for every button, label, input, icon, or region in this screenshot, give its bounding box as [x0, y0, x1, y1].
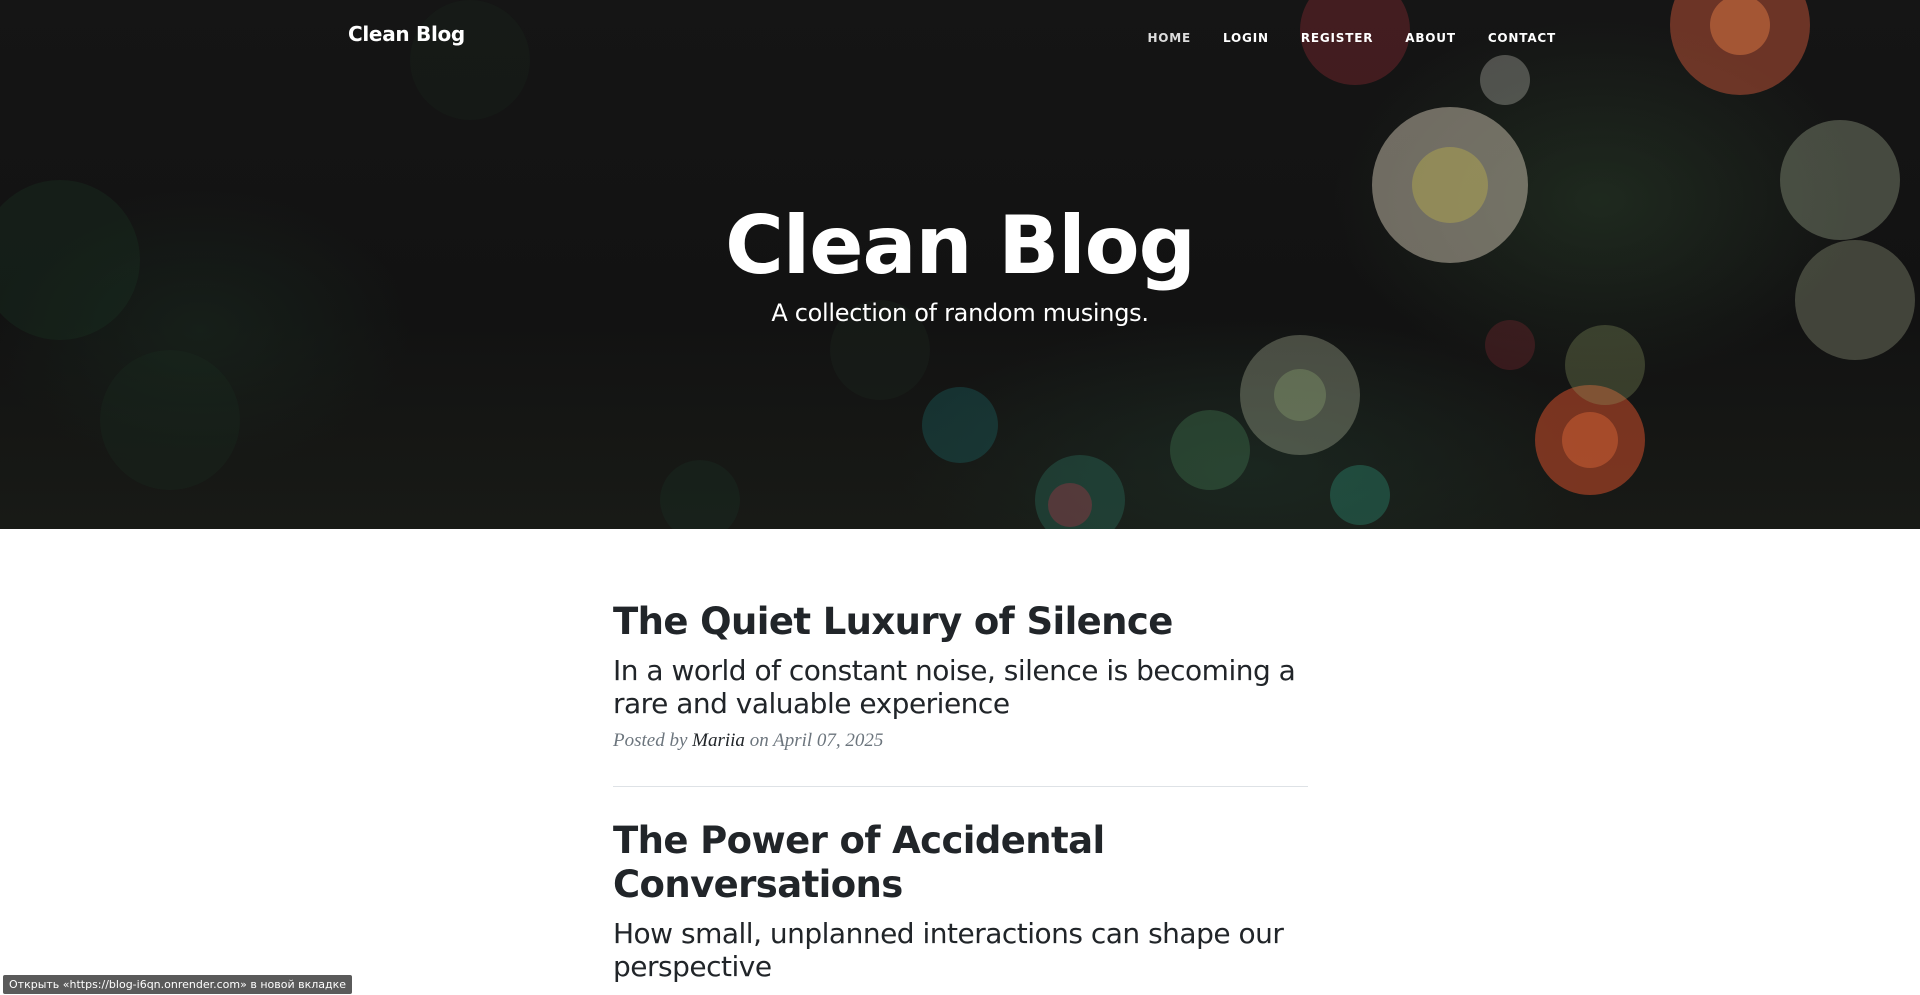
nav-item-register: REGISTER — [1301, 29, 1373, 47]
post-divider — [613, 786, 1308, 787]
nav-item-login: LOGIN — [1223, 29, 1269, 47]
post-subtitle: How small, unplanned interactions can sh… — [613, 917, 1284, 983]
nav-link-about[interactable]: ABOUT — [1405, 31, 1456, 45]
hero-header: Clean Blog HOME LOGIN REGISTER ABOUT CON… — [0, 0, 1920, 529]
post-title-link[interactable]: The Quiet Luxury of Silence — [613, 600, 1308, 644]
nav-item-contact: CONTACT — [1488, 29, 1556, 47]
page: Clean Blog HOME LOGIN REGISTER ABOUT CON… — [0, 0, 1920, 995]
post-list: The Quiet Luxury of Silence In a world o… — [613, 600, 1308, 993]
brand-link[interactable]: Clean Blog — [348, 22, 465, 46]
post-date: April 07, 2025 — [773, 730, 884, 751]
hero-title: Clean Blog — [725, 199, 1196, 292]
nav-item-home: HOME — [1147, 29, 1191, 47]
hero-subtitle: A collection of random musings. — [771, 299, 1149, 327]
browser-status-tooltip: Открыть «https://blog-i6qn.onrender.com»… — [3, 975, 353, 994]
post-author-link[interactable]: Mariia — [692, 730, 745, 751]
nav-link-register[interactable]: REGISTER — [1301, 31, 1373, 45]
navbar: Clean Blog HOME LOGIN REGISTER ABOUT CON… — [0, 0, 1920, 76]
nav-item-about: ABOUT — [1405, 29, 1456, 47]
post-preview: The Power of Accidental Conversations Ho… — [613, 819, 1308, 983]
nav-link-home[interactable]: HOME — [1147, 31, 1191, 45]
nav-link-login[interactable]: LOGIN — [1223, 31, 1269, 45]
post-subtitle: In a world of constant noise, silence is… — [613, 654, 1296, 720]
post-preview: The Quiet Luxury of Silence In a world o… — [613, 600, 1308, 752]
nav-link-contact[interactable]: CONTACT — [1488, 31, 1556, 45]
post-meta: Posted by Mariia on April 07, 2025 — [613, 730, 1308, 752]
post-meta-prefix: Posted by — [613, 730, 688, 751]
post-meta-on: on — [749, 730, 769, 751]
nav-menu: HOME LOGIN REGISTER ABOUT CONTACT — [1115, 29, 1556, 47]
post-title-link[interactable]: The Power of Accidental Conversations — [613, 819, 1308, 907]
